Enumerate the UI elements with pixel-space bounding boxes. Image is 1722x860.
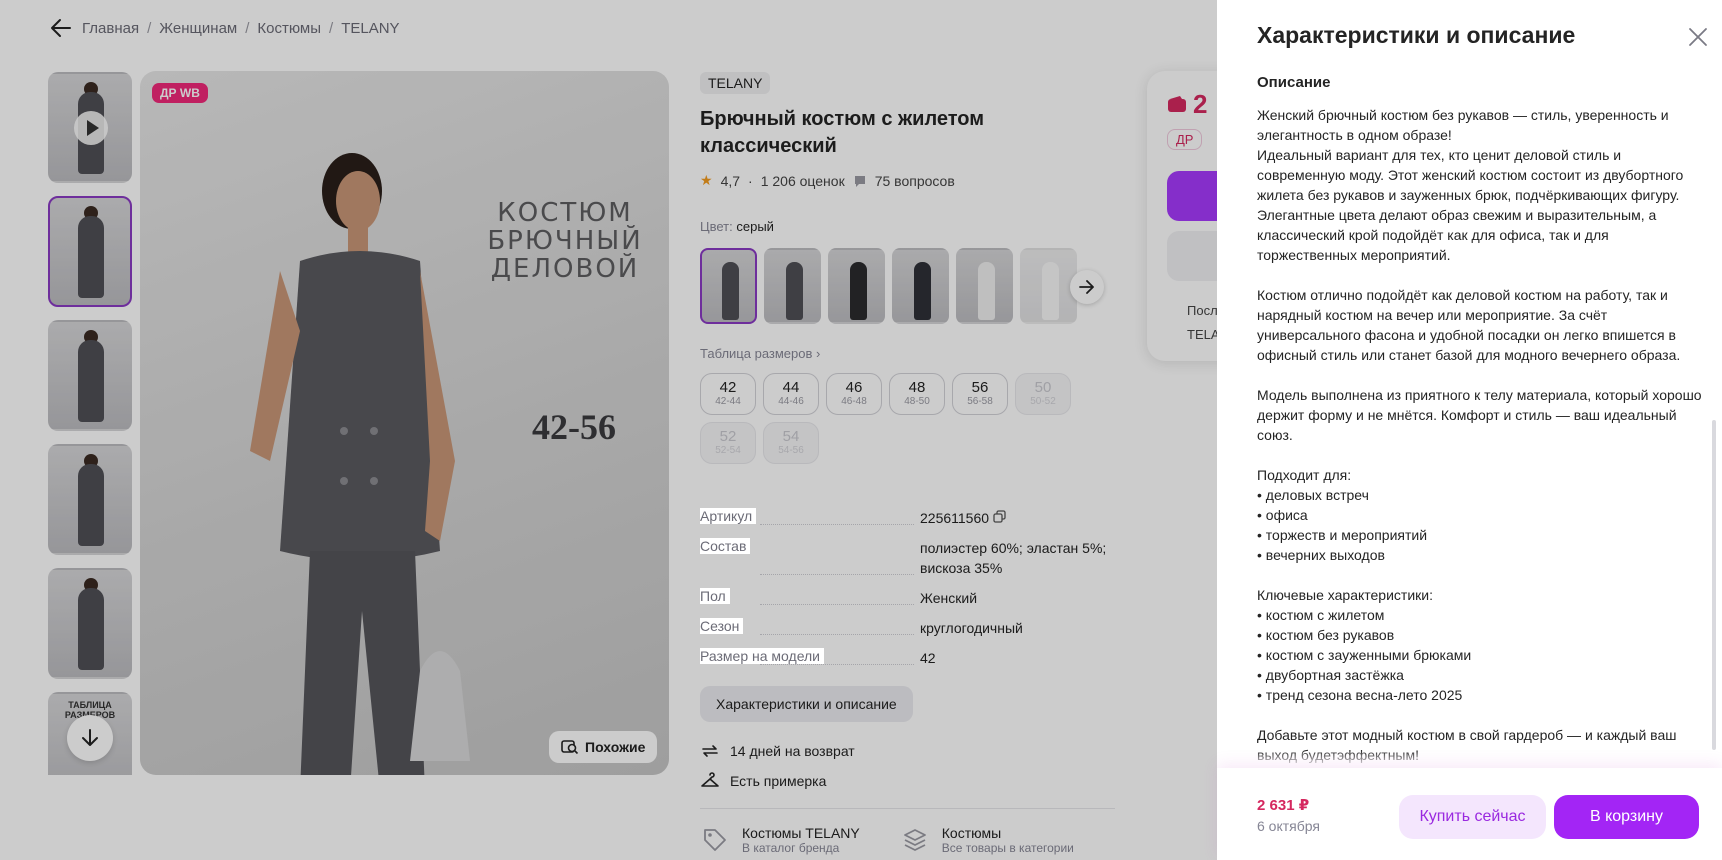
add-to-cart-button[interactable]: В корзину bbox=[1554, 795, 1699, 839]
footer-price: 2 631 ₽ bbox=[1257, 797, 1310, 814]
description-heading: Описание bbox=[1257, 74, 1331, 91]
buy-now-button[interactable]: Купить сейчас bbox=[1399, 795, 1546, 839]
description-text: Женский брючный костюм без рукавов — сти… bbox=[1257, 107, 1702, 763]
drawer-fade bbox=[1217, 750, 1722, 768]
drawer-title: Характеристики и описание bbox=[1257, 22, 1576, 48]
footer-delivery-date: 6 октября bbox=[1257, 818, 1320, 834]
drawer-footer: 2 631 ₽ 6 октября Купить сейчас В корзин… bbox=[1217, 768, 1722, 860]
spec-key-text: Артикул bbox=[700, 508, 757, 524]
drawer-content: Описание Женский брючный костюм без рука… bbox=[1257, 74, 1702, 769]
drawer-scrollbar[interactable] bbox=[1712, 420, 1716, 750]
modal-backdrop[interactable] bbox=[0, 0, 1217, 860]
close-icon[interactable] bbox=[1687, 26, 1709, 48]
characteristics-drawer: Характеристики и описание Описание Женск… bbox=[1217, 0, 1722, 860]
spec-key-text: Пол bbox=[700, 588, 730, 604]
spec-key-text: Сезон bbox=[700, 618, 744, 634]
spec-key-text: Размер на модели bbox=[700, 648, 824, 664]
spec-key-text: Состав bbox=[700, 538, 751, 554]
